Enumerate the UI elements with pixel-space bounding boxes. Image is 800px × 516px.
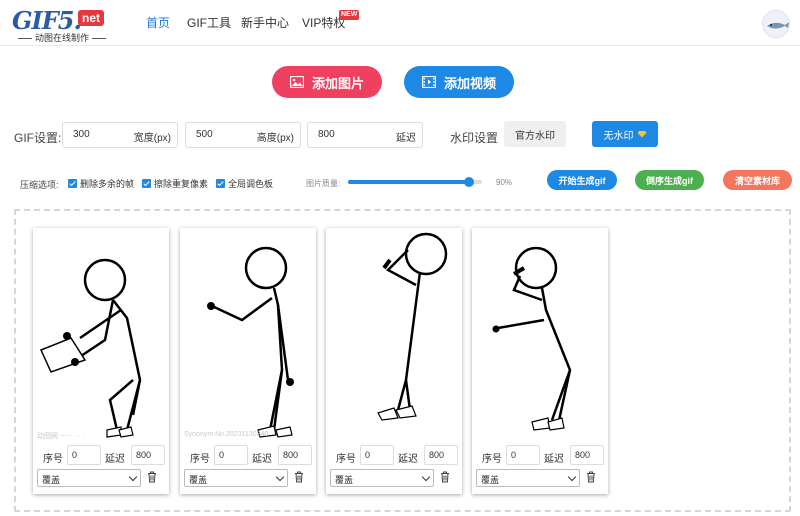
logo-badge: net [78, 10, 104, 26]
height-value: 500 [196, 129, 213, 140]
top-nav: GIF5. net 动图在线制作 首页 GIF工具 新手中心 VIP特权 NEW [0, 0, 800, 46]
quality-label: 图片质量: [306, 179, 341, 188]
trash-icon[interactable] [440, 471, 450, 483]
seq-input[interactable]: 0 [214, 445, 248, 465]
frame-delay-input[interactable]: 800 [278, 445, 312, 465]
seq-input[interactable]: 0 [67, 445, 101, 465]
frame-card: 动图网 ----- ··· · 序号 0 延迟 800 覆盖 [33, 228, 169, 494]
opt-erase-pixels-checkbox[interactable]: 擦除重复像素 [142, 177, 208, 190]
start-generate-button[interactable]: 开始生成gif [547, 170, 617, 190]
frame-image[interactable] [35, 230, 167, 444]
delay-label: 延迟 [252, 454, 272, 465]
frame-mode-select[interactable]: 覆盖 [476, 469, 580, 487]
frame-image[interactable] [182, 230, 314, 444]
height-unit: 高度(px) [256, 133, 294, 144]
stickman-head-hold-image [377, 232, 448, 421]
frame-card: 序号 0 延迟 800 覆盖 [472, 228, 608, 494]
reverse-generate-button[interactable]: 倒序生成gif [635, 170, 704, 190]
stickman-thinking-image [492, 246, 572, 431]
official-watermark-button[interactable]: 官方水印 [504, 121, 566, 147]
delay-input[interactable]: 800 延迟 [307, 122, 423, 148]
frame-delay-input[interactable]: 800 [570, 445, 604, 465]
seq-label: 序号 [43, 454, 63, 465]
frame-image[interactable] [328, 230, 460, 444]
chevron-down-icon [128, 472, 138, 482]
image-icon [289, 76, 304, 88]
frame-mode-value: 覆盖 [481, 475, 500, 485]
film-icon [421, 76, 436, 88]
clear-library-button[interactable]: 清空素材库 [723, 170, 792, 190]
watermark-label: 水印设置 [450, 131, 499, 145]
add-video-button[interactable]: 添加视频 [404, 66, 514, 98]
delay-label: 延迟 [544, 454, 564, 465]
seq-input[interactable]: 0 [506, 445, 540, 465]
width-unit: 宽度(px) [133, 133, 171, 144]
add-image-label: 添加图片 [311, 75, 364, 91]
frame-delay-input[interactable]: 800 [424, 445, 458, 465]
checkbox-checked-icon [216, 179, 225, 188]
frame-mode-value: 覆盖 [335, 475, 354, 485]
height-input[interactable]: 500 高度(px) [185, 122, 301, 148]
trash-icon[interactable] [586, 471, 596, 483]
frame-mode-select[interactable]: 覆盖 [330, 469, 434, 487]
quality-value: 90% [496, 178, 513, 187]
diamond-icon [637, 130, 647, 138]
frame-delay-input[interactable]: 800 [131, 445, 165, 465]
add-video-label: 添加视频 [443, 75, 496, 91]
frame-mode-value: 覆盖 [189, 475, 208, 485]
opt-remove-frames-checkbox[interactable]: 删除多余的帧 [68, 177, 134, 190]
frame-card: Synonym No.20231130240 序号 0 延迟 800 覆盖 [180, 228, 316, 494]
quality-slider-fill [348, 180, 469, 184]
fish-avatar-icon [767, 22, 789, 29]
compression-label: 压缩选项: [20, 180, 59, 190]
frame-mode-value: 覆盖 [42, 475, 61, 485]
delay-value: 800 [318, 129, 335, 140]
user-avatar[interactable] [762, 10, 790, 38]
chevron-down-icon [421, 472, 431, 482]
gif-settings-label: GIF设置: [14, 131, 62, 145]
trash-icon[interactable] [147, 471, 157, 483]
no-watermark-label: 无水印 [603, 130, 634, 142]
add-image-button[interactable]: 添加图片 [272, 66, 382, 98]
width-input[interactable]: 300 宽度(px) [62, 122, 178, 148]
chevron-down-icon [275, 472, 285, 482]
frame-mode-select[interactable]: 覆盖 [37, 469, 141, 487]
nav-gif-tools[interactable]: GIF工具 [187, 14, 231, 31]
checkbox-checked-icon [142, 179, 151, 188]
opt-global-palette-checkbox[interactable]: 全局调色板 [216, 177, 273, 190]
logo-subtitle: 动图在线制作 [12, 31, 112, 44]
seq-label: 序号 [482, 454, 502, 465]
image-watermark: 动图网 ----- ··· · [37, 433, 85, 440]
delay-label: 延迟 [105, 454, 125, 465]
new-badge: NEW [339, 10, 360, 20]
frame-image[interactable] [474, 230, 606, 444]
opt-remove-frames-label: 删除多余的帧 [80, 179, 135, 189]
frame-card: 序号 0 延迟 800 覆盖 [326, 228, 462, 494]
seq-label: 序号 [190, 454, 210, 465]
delay-label: 延迟 [398, 454, 418, 465]
chevron-down-icon [567, 472, 577, 482]
seq-label: 序号 [336, 454, 356, 465]
opt-erase-pixels-label: 擦除重复像素 [154, 179, 209, 189]
no-watermark-button[interactable]: 无水印 [592, 121, 658, 147]
nav-home[interactable]: 首页 [146, 14, 170, 31]
quality-slider[interactable] [348, 177, 482, 187]
checkbox-checked-icon [68, 179, 77, 188]
stickman-carrying-box-image [39, 258, 142, 438]
width-value: 300 [73, 129, 90, 140]
opt-global-palette-label: 全局调色板 [228, 179, 274, 189]
frame-mode-select[interactable]: 覆盖 [184, 469, 288, 487]
image-watermark: Synonym No.20231130240 [184, 431, 269, 438]
site-logo[interactable]: GIF5. net 动图在线制作 [12, 6, 112, 43]
trash-icon[interactable] [294, 471, 304, 483]
seq-input[interactable]: 0 [360, 445, 394, 465]
delay-unit: 延迟 [396, 133, 416, 144]
nav-beginner-center[interactable]: 新手中心 [241, 14, 289, 31]
stickman-pointing-image [207, 246, 294, 438]
quality-slider-thumb[interactable] [463, 177, 474, 187]
